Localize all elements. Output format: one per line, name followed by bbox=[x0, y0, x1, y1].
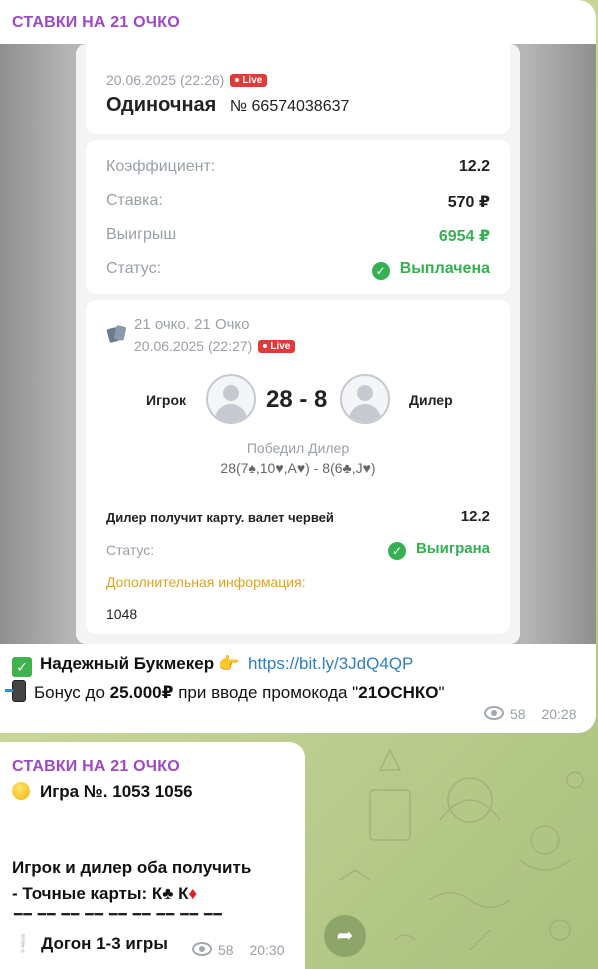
message-bubble-2[interactable]: СТАВКИ НА 21 ОЧКО Игра №. 1053 1056 Игро… bbox=[0, 742, 305, 969]
stake-row: Ставка: 570 ₽ bbox=[106, 192, 490, 211]
pointing-hand-icon: 👉 bbox=[218, 654, 240, 673]
player-avatar bbox=[206, 374, 256, 424]
extra-info-value: 1048 bbox=[106, 606, 138, 622]
receipt-event-card: 21 очко. 21 Очко 20.06.2025 (22:27) Live … bbox=[86, 300, 510, 634]
status-paid: ✓ Выплачена bbox=[371, 260, 490, 280]
caption-line-1: ✓ Надежный Букмекер 👉 https://bit.ly/3JdQ4… bbox=[12, 654, 413, 677]
outcome-odds: 12.2 bbox=[460, 508, 490, 525]
bet-receipt: 20.06.2025 (22:26) Live Одиночная № 66574… bbox=[76, 44, 520, 644]
cards-icon bbox=[106, 325, 126, 343]
dealer-label: Дилер bbox=[409, 392, 453, 408]
receipt-header-card: 20.06.2025 (22:26) Live Одиночная № 66574… bbox=[86, 44, 510, 134]
message-meta: 58 20:28 bbox=[484, 706, 577, 722]
winner-text: Победил Дилер bbox=[246, 440, 350, 456]
odds-row: Коэффициент: 12.2 bbox=[106, 158, 490, 175]
bet-datetime: 20.06.2025 (22:26) Live bbox=[106, 72, 268, 88]
event-datetime: 20.06.2025 (22:27) Live bbox=[134, 338, 296, 354]
status-won: ✓ Выиграна bbox=[387, 540, 490, 560]
bet-type: Одиночная № 66574038637 bbox=[106, 94, 350, 116]
yellow-circle-icon bbox=[12, 782, 30, 800]
views-count: 58 bbox=[510, 706, 526, 722]
checkmark-icon: ✓ bbox=[371, 262, 390, 280]
channel-name[interactable]: СТАВКИ НА 21 ОЧКО bbox=[12, 758, 180, 776]
score: 28 - 8 bbox=[266, 386, 328, 413]
cards-line: - Точные карты: К♣ К♦ bbox=[12, 884, 198, 903]
eye-icon bbox=[484, 706, 504, 720]
message-bubble-1[interactable]: СТАВКИ НА 21 ОЧКО 20.06.2025 (22:26) Live… bbox=[0, 0, 596, 733]
views-count: 58 bbox=[218, 942, 234, 958]
bookmaker-link[interactable]: https://bit.ly/3JdQ4QP bbox=[248, 654, 413, 673]
live-badge: Live bbox=[230, 74, 268, 87]
event-status-label: Статус: bbox=[106, 542, 155, 558]
diamond-icon: ♦ bbox=[188, 884, 198, 903]
event-title: 21 очко. 21 Очко bbox=[134, 316, 250, 333]
message-time: 20:30 bbox=[249, 942, 285, 958]
dealer-avatar bbox=[340, 374, 390, 424]
player-label: Игрок bbox=[146, 392, 187, 408]
share-arrow-icon: ➦ bbox=[336, 925, 354, 947]
catchup-line: ❕ Догон 1-3 игры bbox=[12, 934, 168, 953]
bet-number: № 66574038637 bbox=[229, 98, 350, 115]
divider-dashes: ━━ ━━ ━━ ━━ ━━ ━━ ━━ ━━ ━━ bbox=[14, 906, 223, 922]
live-badge: Live bbox=[258, 340, 296, 353]
phone-icon bbox=[5, 680, 26, 702]
channel-name[interactable]: СТАВКИ НА 21 ОЧКО bbox=[12, 14, 180, 32]
players-line: Игрок и дилер оба получить bbox=[12, 858, 252, 877]
bet-receipt-image[interactable]: 20.06.2025 (22:26) Live Одиночная № 66574… bbox=[0, 44, 596, 644]
cards-text: 28(7♠,10♥,A♥) - 8(6♣,J♥) bbox=[220, 460, 376, 476]
game-line: Игра №. 1053 1056 bbox=[12, 782, 193, 802]
share-button[interactable]: ➦ bbox=[324, 915, 366, 957]
checkmark-icon: ✓ bbox=[387, 542, 406, 560]
message-meta: 58 20:30 bbox=[192, 942, 285, 958]
win-row: Выигрыш 6954 ₽ bbox=[106, 226, 490, 245]
caption-line-2: Бонус до 25.000₽ при вводе промокода "21… bbox=[5, 680, 445, 703]
outcome-label: Дилер получит карту. валет червей bbox=[106, 510, 334, 525]
message-time: 20:28 bbox=[541, 706, 577, 722]
status-row: Статус: ✓ Выплачена bbox=[106, 260, 490, 280]
extra-info-label: Дополнительная информация: bbox=[106, 574, 306, 590]
club-icon: ♣ bbox=[162, 884, 174, 903]
receipt-summary-card: Коэффициент: 12.2 Ставка: 570 ₽ Выигрыш … bbox=[86, 140, 510, 294]
check-emoji-icon: ✓ bbox=[12, 657, 32, 677]
eye-icon bbox=[192, 942, 212, 956]
exclamation-icon: ❕ bbox=[12, 934, 34, 953]
